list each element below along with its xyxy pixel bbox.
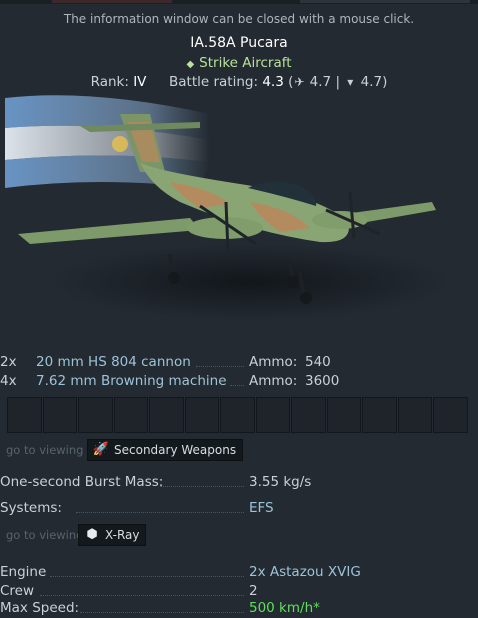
xray-button[interactable]: ⬢ X-Ray xyxy=(78,524,147,546)
goto-viewing-label: go to viewing xyxy=(6,443,84,457)
ammo-value: 3600 xyxy=(305,373,340,389)
realistic-mode-icon: ✈ xyxy=(294,75,305,89)
weapon-count: 2x xyxy=(0,354,17,370)
max-speed-label: Max Speed: xyxy=(0,600,80,616)
dotted-leader xyxy=(76,512,244,513)
dotted-leader xyxy=(230,385,244,386)
weapon-slot xyxy=(362,397,397,433)
br-close-paren: ) xyxy=(382,74,388,90)
secondary-weapons-nav: go to viewing 🚀 Secondary Weapons xyxy=(0,439,478,461)
weapon-slot xyxy=(255,397,291,433)
weapon-slot xyxy=(113,397,149,433)
dotted-leader xyxy=(50,576,244,577)
max-speed-value: 500 km/h* xyxy=(249,600,320,616)
secondary-weapons-icon: 🚀 xyxy=(92,442,110,457)
weapon-row: 4x 7.62 mm Browning machine Ammo: 3600 xyxy=(0,373,478,391)
weapon-slot-bar xyxy=(7,397,468,433)
weapon-slot xyxy=(433,397,468,433)
ammo-label: Ammo: xyxy=(249,354,298,370)
weapon-slot xyxy=(149,397,184,433)
rank-line: Rank: IV Battle rating: 4.3 (✈ 4.7 | ▾ 4… xyxy=(0,74,478,90)
dotted-leader xyxy=(80,612,244,613)
close-hint: The information window can be closed wit… xyxy=(63,12,415,26)
xray-nav: go to viewing ⬢ X-Ray xyxy=(0,524,478,546)
top-bar xyxy=(0,0,478,4)
engine-row: Engine 2x Astazou XVIG xyxy=(0,564,478,582)
simulator-mode-icon: ▾ xyxy=(347,75,354,89)
ammo-label: Ammo: xyxy=(249,373,298,389)
goto-viewing-label: go to viewing xyxy=(6,528,84,542)
aircraft-name: IA.58A Pucara xyxy=(190,35,288,51)
crew-value: 2 xyxy=(249,583,258,599)
aircraft-class-label: Strike Aircraft xyxy=(199,55,292,71)
battle-rating-simulator: 4.7 xyxy=(360,74,383,90)
burst-mass-label: One-second Burst Mass: xyxy=(0,474,164,490)
secondary-weapons-label: Secondary Weapons xyxy=(114,443,237,457)
secondary-weapons-button[interactable]: 🚀 Secondary Weapons xyxy=(87,439,244,461)
weapon-name: 7.62 mm Browning machine xyxy=(36,373,227,389)
top-bar-segment xyxy=(52,0,172,3)
crew-row: Crew 2 xyxy=(0,583,478,601)
ammo-value: 540 xyxy=(305,354,331,370)
systems-value: EFS xyxy=(249,500,274,516)
systems-row: Systems: EFS xyxy=(0,500,478,518)
top-bar-segment xyxy=(300,0,470,3)
battle-rating-realistic: 4.7 xyxy=(309,74,332,90)
dotted-leader xyxy=(40,595,244,596)
weapon-slot xyxy=(291,397,326,433)
ground-shadow xyxy=(50,244,450,320)
battle-rating-label: Battle rating: xyxy=(169,74,259,90)
aircraft-class: ◆ Strike Aircraft xyxy=(0,55,478,71)
max-speed-row: Max Speed: 500 km/h* xyxy=(0,600,478,618)
weapon-slot xyxy=(184,397,220,433)
engine-label: Engine xyxy=(0,564,47,580)
xray-label: X-Ray xyxy=(105,528,140,542)
dotted-leader xyxy=(160,486,244,487)
weapon-name: 20 mm HS 804 cannon xyxy=(36,354,191,370)
weapon-count: 4x xyxy=(0,373,17,389)
systems-label: Systems: xyxy=(0,500,62,516)
weapon-slot xyxy=(220,397,255,433)
engine-value: 2x Astazou XVIG xyxy=(249,564,361,580)
aircraft-image xyxy=(5,95,450,320)
crew-label: Crew xyxy=(0,583,35,599)
weapon-slot xyxy=(397,397,433,433)
weapon-row: 2x 20 mm HS 804 cannon Ammo: 540 xyxy=(0,354,478,372)
br-separator: | xyxy=(335,74,341,90)
rank-value: IV xyxy=(133,74,147,90)
xray-icon: ⬢ xyxy=(86,527,98,542)
strike-aircraft-icon: ◆ xyxy=(186,59,195,70)
weapon-slot xyxy=(78,397,113,433)
burst-mass-row: One-second Burst Mass: 3.55 kg/s xyxy=(0,474,478,492)
dotted-leader xyxy=(196,366,244,367)
weapon-slot xyxy=(42,397,78,433)
weapon-slot xyxy=(7,397,42,433)
burst-mass-value: 3.55 kg/s xyxy=(249,474,312,490)
rank-label: Rank: xyxy=(90,74,129,90)
weapon-slot xyxy=(326,397,362,433)
battle-rating-value: 4.3 xyxy=(262,74,284,90)
